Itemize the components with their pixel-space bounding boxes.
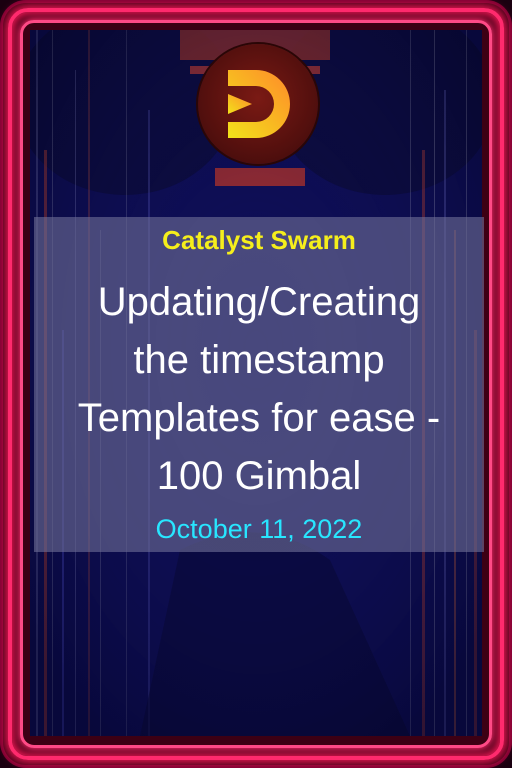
logo-mark-icon	[228, 70, 290, 138]
post-title: Updating/Creating the timestamp Template…	[34, 273, 484, 505]
post-title-line: 100 Gimbal	[156, 454, 362, 498]
info-panel: Catalyst Swarm Updating/Creating the tim…	[34, 217, 484, 552]
post-title-line: Templates for ease -	[77, 396, 441, 440]
post-card[interactable]: Catalyst Swarm Updating/Creating the tim…	[0, 0, 512, 768]
gimbal-d-logo-icon	[198, 44, 318, 164]
post-title-line: the timestamp	[133, 338, 385, 382]
post-date: October 11, 2022	[155, 514, 363, 544]
brand-name: Catalyst Swarm	[162, 225, 356, 255]
post-title-line: Updating/Creating	[97, 280, 421, 324]
